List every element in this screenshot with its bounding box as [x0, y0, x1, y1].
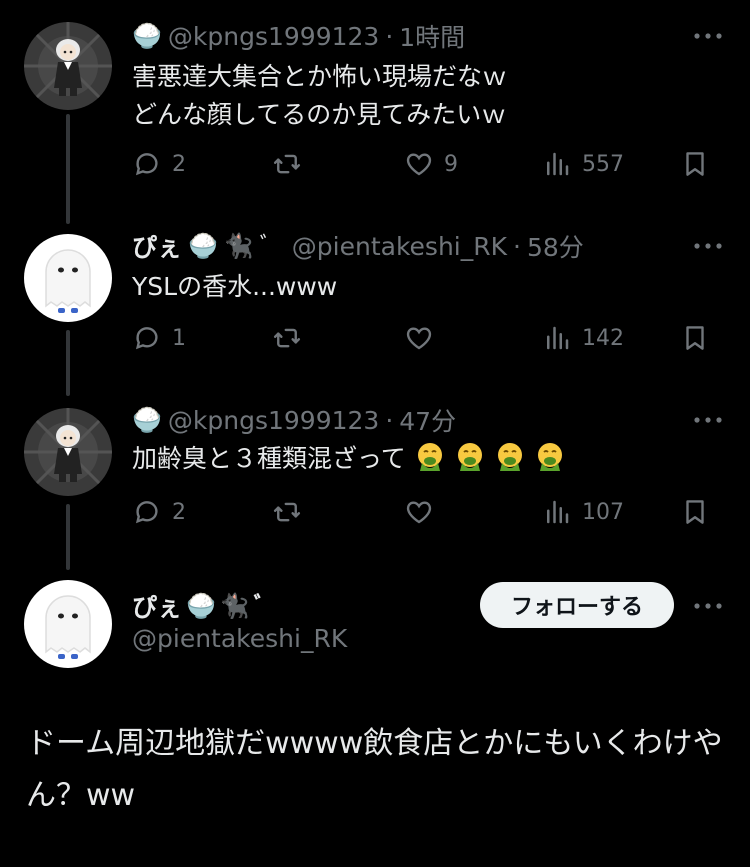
thread-line: [66, 504, 70, 570]
display-name[interactable]: ぴぇ: [132, 228, 182, 264]
avatar[interactable]: [24, 234, 112, 322]
views-icon: [542, 149, 572, 179]
vomiting-face-emoji: [414, 441, 446, 473]
timestamp[interactable]: 58分: [527, 228, 584, 264]
reply-button[interactable]: 2: [132, 144, 186, 184]
reply-count: 2: [172, 499, 186, 525]
vomiting-face-emoji: [534, 441, 566, 473]
display-name[interactable]: ぴぇ: [132, 588, 182, 624]
tweet-text-line: 害悪達大集合とか怖い現場だなｗ: [132, 62, 508, 91]
dakuten-badge: ﾞ: [259, 232, 272, 260]
view-count: 107: [582, 499, 624, 525]
bookmark-button[interactable]: [680, 144, 710, 184]
vomiting-face-emoji: [494, 441, 526, 473]
reply-count: 2: [172, 151, 186, 177]
thread-line: [66, 330, 70, 396]
bookmark-button[interactable]: [680, 492, 710, 532]
user-handle[interactable]: @pientakeshi_RK: [292, 232, 507, 261]
tweet-actions: 2 9 557: [132, 144, 712, 184]
tweet-actions: 1 142: [132, 318, 712, 358]
separator: ·: [385, 21, 394, 51]
like-icon: [404, 149, 434, 179]
bookmark-icon: [680, 149, 710, 179]
views-button[interactable]: 142: [542, 318, 624, 358]
like-button[interactable]: [404, 318, 434, 358]
retweet-button[interactable]: [272, 318, 302, 358]
reply-button[interactable]: 1: [132, 318, 186, 358]
tweet-text-line: どんな顔してるのか見てみたいｗ: [132, 100, 507, 129]
rice-bowl-badge: 🍚: [186, 592, 216, 620]
tweet-text-line: YSLの香水...www: [132, 272, 338, 301]
reply-icon: [132, 323, 162, 353]
tweet-text: 害悪達大集合とか怖い現場だなｗ どんな顔してるのか見てみたいｗ: [132, 58, 507, 134]
tweet-actions: 2 107: [132, 492, 712, 532]
bookmark-icon: [680, 323, 710, 353]
tweet-text: YSLの香水...www: [132, 268, 337, 306]
main-display-name-row: ぴぇ 🍚 🐈‍⬛ ﾞ: [132, 588, 266, 624]
retweet-icon: [272, 323, 302, 353]
avatar[interactable]: [24, 580, 112, 668]
user-handle[interactable]: @kpngs1999123: [168, 22, 379, 51]
user-handle[interactable]: @kpngs1999123: [168, 406, 379, 435]
more-button[interactable]: [690, 18, 726, 54]
views-icon: [542, 497, 572, 527]
views-icon: [542, 323, 572, 353]
retweet-button[interactable]: [272, 492, 302, 532]
rice-bowl-badge: 🍚: [188, 232, 218, 260]
separator: ·: [385, 405, 394, 435]
bookmark-icon: [680, 497, 710, 527]
view-count: 557: [582, 151, 624, 177]
more-button[interactable]: [690, 228, 726, 264]
more-icon: [693, 602, 723, 610]
avatar[interactable]: [24, 22, 112, 110]
like-button[interactable]: [404, 492, 434, 532]
views-button[interactable]: 107: [542, 492, 624, 532]
more-button[interactable]: [690, 402, 726, 438]
like-button[interactable]: 9: [404, 144, 458, 184]
more-icon: [693, 242, 723, 250]
views-button[interactable]: 557: [542, 144, 624, 184]
like-icon: [404, 497, 434, 527]
more-icon: [693, 416, 723, 424]
reply-button[interactable]: 2: [132, 492, 186, 532]
thread-line: [66, 114, 70, 224]
dakuten-badge: ﾞ: [253, 592, 266, 620]
more-icon: [693, 32, 723, 40]
more-button[interactable]: [690, 588, 726, 624]
retweet-icon: [272, 497, 302, 527]
main-tweet-text: ドーム周辺地獄だwwww飲食店とかにもいくわけやん？ww: [26, 726, 723, 813]
tweet-header: 🍚 @kpngs1999123 · 1時間: [132, 18, 465, 54]
retweet-icon: [272, 149, 302, 179]
retweet-button[interactable]: [272, 144, 302, 184]
tweet-text: 加齢臭と３種類混ざって: [132, 440, 574, 478]
reply-count: 1: [172, 325, 186, 351]
tweet-header: 🍚 @kpngs1999123 · 47分: [132, 402, 456, 438]
follow-button[interactable]: フォローする: [480, 582, 674, 628]
view-count: 142: [582, 325, 624, 351]
rice-bowl-badge: 🍚: [132, 22, 162, 50]
black-cat-badge: 🐈‍⬛: [223, 232, 254, 260]
black-cat-badge: 🐈‍⬛: [219, 592, 250, 620]
tweet-header: ぴぇ 🍚 🐈‍⬛ ﾞ @pientakeshi_RK · 58分: [132, 228, 584, 264]
timestamp[interactable]: 47分: [399, 402, 456, 438]
rice-bowl-badge: 🍚: [132, 406, 162, 434]
avatar[interactable]: [24, 408, 112, 496]
user-handle[interactable]: @pientakeshi_RK: [132, 624, 347, 653]
separator: ·: [513, 231, 521, 261]
vomiting-face-emoji: [454, 441, 486, 473]
bookmark-button[interactable]: [680, 318, 710, 358]
like-count: 9: [444, 151, 458, 177]
reply-icon: [132, 497, 162, 527]
like-icon: [404, 323, 434, 353]
reply-icon: [132, 149, 162, 179]
tweet-text-line: 加齢臭と３種類混ざって: [132, 444, 406, 473]
timestamp[interactable]: 1時間: [399, 18, 465, 54]
